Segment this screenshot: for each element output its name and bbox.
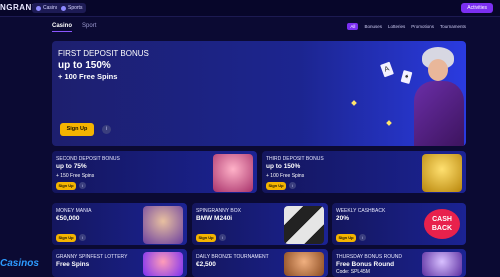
promo-filters: All Bonuses Lotteries Promotions Tournam…	[347, 23, 466, 30]
hero-title: FIRST DEPOSIT BONUS	[58, 49, 149, 58]
hero-signup-button[interactable]: Sign Up	[60, 123, 94, 136]
hero-free-spins: + 100 Free Spins	[58, 72, 118, 81]
promo-card-money-mania[interactable]: MONEY MANIA €50,000 Sign Up i	[52, 203, 187, 245]
casinos-watermark-logo: Casinos	[0, 258, 39, 269]
promo-main: €2,500	[196, 261, 216, 268]
filter-bonuses[interactable]: Bonuses	[364, 24, 382, 29]
promo-signup-button[interactable]: Sign Up	[336, 234, 356, 242]
casino-icon	[36, 5, 41, 11]
tab-sport[interactable]: Sport	[82, 23, 96, 32]
promo-card-second-deposit[interactable]: SECOND DEPOSIT BONUS up to 75% + 150 Fre…	[52, 151, 257, 193]
promo-main: Free Bonus Round	[336, 261, 395, 268]
promo-signup-button[interactable]: Sign Up	[56, 182, 76, 190]
filter-tournaments[interactable]: Tournaments	[440, 24, 466, 29]
hero-banner-first-deposit[interactable]: FIRST DEPOSIT BONUS up to 150% + 100 Fre…	[52, 41, 466, 146]
filter-promotions[interactable]: Promotions	[411, 24, 434, 29]
sparkle-icon	[386, 120, 392, 126]
promo-main: BMW M240i	[196, 215, 233, 222]
promo-title: MONEY MANIA	[56, 208, 92, 214]
promo-main: up to 150%	[266, 163, 301, 170]
promo-title: SPINGRANNY BOX	[196, 208, 241, 214]
promo-main: €50,000	[56, 215, 80, 222]
promo-illustration	[422, 154, 462, 192]
promo-illustration	[422, 252, 462, 276]
nav-sports-button[interactable]: Sports	[57, 3, 87, 13]
hero-info-icon[interactable]: i	[102, 125, 111, 134]
promo-info-icon[interactable]: i	[289, 182, 296, 189]
promo-sub: Code: SPL45M	[336, 269, 370, 275]
promo-card-spinfest-lottery[interactable]: GRANNY SPINFEST LOTTERY Free Spins	[52, 249, 187, 277]
promo-illustration	[284, 206, 324, 244]
promo-signup-button[interactable]: Sign Up	[56, 234, 76, 242]
promo-signup-button[interactable]: Sign Up	[196, 234, 216, 242]
activities-button[interactable]: Activities	[461, 3, 493, 13]
promo-card-thursday-bonus-round[interactable]: THURSDAY BONUS ROUND Free Bonus Round Co…	[332, 249, 466, 277]
cashback-badge: CASH BACK	[424, 209, 460, 239]
promo-sub: + 150 Free Spins	[56, 173, 95, 179]
tab-casino[interactable]: Casino	[52, 23, 73, 32]
filter-lotteries[interactable]: Lotteries	[388, 24, 405, 29]
promo-info-icon[interactable]: i	[219, 234, 226, 241]
promo-title: THIRD DEPOSIT BONUS	[266, 156, 324, 162]
promo-title: DAILY BRONZE TOURNAMENT	[196, 254, 269, 260]
promo-main: up to 75%	[56, 163, 87, 170]
promo-title: THURSDAY BONUS ROUND	[336, 254, 402, 260]
granny-character-illustration: A ♠	[380, 41, 466, 146]
granny-jacket	[414, 81, 464, 146]
promo-main: 20%	[336, 215, 350, 222]
promo-title: WEEKLY CASHBACK	[336, 208, 386, 214]
promo-card-daily-bronze-tournament[interactable]: DAILY BRONZE TOURNAMENT €2,500	[192, 249, 328, 277]
promo-info-icon[interactable]: i	[79, 234, 86, 241]
promo-card-weekly-cashback[interactable]: WEEKLY CASHBACK 20% Sign Up i CASH BACK	[332, 203, 466, 245]
nav-sports-label: Sports	[68, 5, 83, 11]
playing-card-icon: ♠	[400, 70, 413, 84]
promo-illustration	[213, 154, 253, 192]
filter-all[interactable]: All	[347, 23, 359, 30]
hero-bonus-amount: up to 150%	[58, 60, 111, 71]
promo-title: SECOND DEPOSIT BONUS	[56, 156, 120, 162]
category-tabs: Casino Sport	[52, 23, 96, 32]
top-navigation-bar: NGRANNY Casino Sports Activities	[0, 0, 500, 17]
sparkle-icon	[351, 100, 357, 106]
promo-card-third-deposit[interactable]: THIRD DEPOSIT BONUS up to 150% + 100 Fre…	[262, 151, 466, 193]
promo-illustration	[143, 206, 183, 244]
promo-info-icon[interactable]: i	[359, 234, 366, 241]
granny-face	[428, 59, 448, 81]
promo-signup-button[interactable]: Sign Up	[266, 182, 286, 190]
promo-title: GRANNY SPINFEST LOTTERY	[56, 254, 128, 260]
promo-card-spingranny-box[interactable]: SPINGRANNY BOX BMW M240i Sign Up i	[192, 203, 328, 245]
sports-icon	[61, 5, 66, 11]
promo-illustration	[143, 252, 183, 276]
promo-main: Free Spins	[56, 261, 90, 268]
promo-info-icon[interactable]: i	[79, 182, 86, 189]
promo-sub: + 100 Free Spins	[266, 173, 305, 179]
promo-illustration	[284, 252, 324, 276]
playing-card-icon: A	[380, 61, 394, 78]
